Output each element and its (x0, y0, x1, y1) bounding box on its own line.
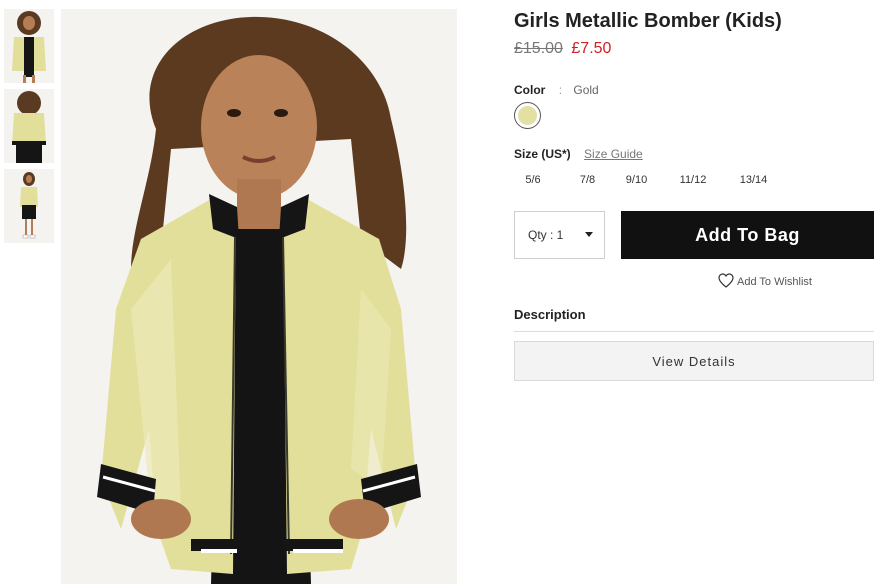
color-label: Color (514, 83, 546, 97)
heart-icon (718, 273, 734, 288)
quantity-select[interactable]: Qty : 1 (514, 211, 605, 259)
size-options: 5/6 7/8 9/10 11/12 13/14 (514, 168, 780, 192)
caret-down-icon (585, 232, 593, 237)
size-option[interactable]: 5/6 (514, 168, 552, 192)
thumbnail-front[interactable] (4, 9, 54, 83)
price-row: £15.00 £7.50 (514, 40, 611, 58)
original-price: £15.00 (514, 40, 563, 57)
quantity-value: Qty : 1 (528, 228, 564, 242)
thumbnail-back[interactable] (4, 89, 54, 163)
selected-color-name: Gold (573, 83, 599, 97)
thumbnail-full-length[interactable] (4, 169, 54, 243)
size-option[interactable]: 7/8 (561, 168, 614, 192)
size-guide-link[interactable]: Size Guide (584, 147, 643, 161)
size-option[interactable]: 11/12 (659, 168, 727, 192)
color-separator: : (558, 83, 563, 97)
add-to-wishlist-link[interactable]: Add To Wishlist (718, 273, 812, 288)
wishlist-label: Add To Wishlist (737, 276, 812, 288)
size-option[interactable]: 9/10 (614, 168, 659, 192)
color-swatch-gold[interactable] (514, 102, 541, 129)
view-details-button[interactable]: View Details (514, 341, 874, 381)
size-option[interactable]: 13/14 (727, 168, 780, 192)
swatch-fill (518, 106, 537, 125)
description-heading: Description (514, 307, 586, 322)
add-to-bag-button[interactable]: Add To Bag (621, 211, 874, 259)
size-row: Size (US*) Size Guide (514, 147, 643, 161)
description-divider (514, 331, 874, 332)
size-label: Size (US*) (514, 147, 571, 161)
sale-price: £7.50 (571, 40, 612, 57)
product-main-image[interactable] (61, 9, 457, 584)
product-title: Girls Metallic Bomber (Kids) (514, 10, 782, 32)
thumbnail-list (4, 9, 54, 249)
color-row: Color : Gold (514, 83, 599, 97)
